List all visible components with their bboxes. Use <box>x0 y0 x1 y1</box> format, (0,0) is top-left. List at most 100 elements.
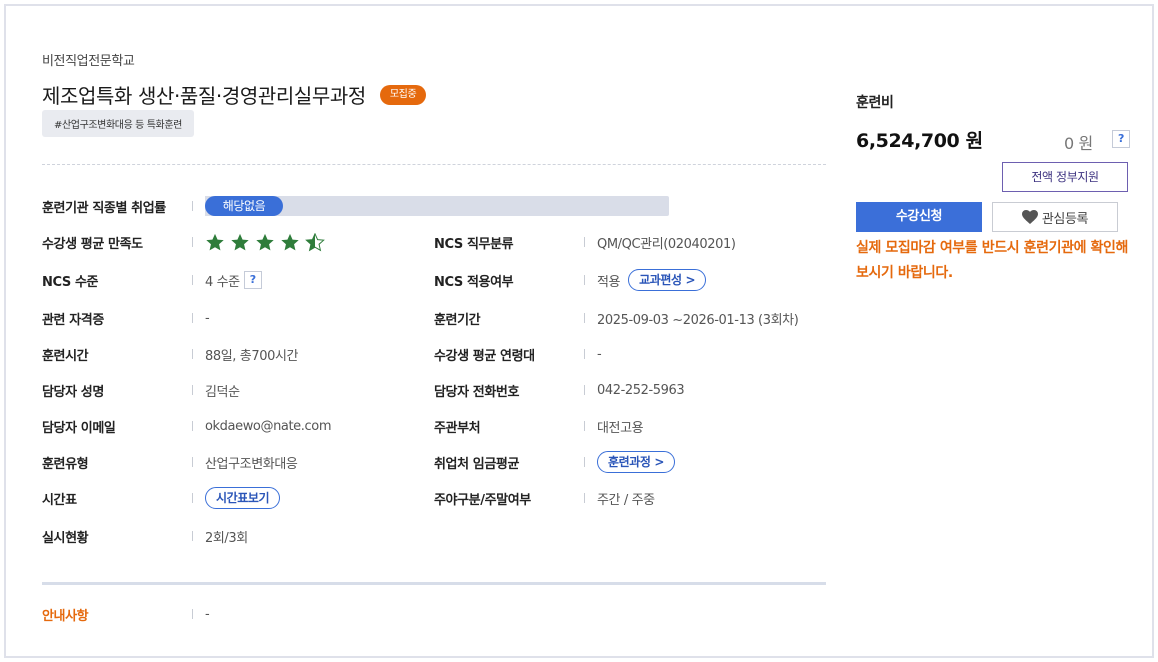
hours-label: 훈련시간 <box>42 348 89 364</box>
wage-row: 취업처 임금평균 훈련과정 > <box>434 450 675 474</box>
separator <box>584 275 585 285</box>
dept-row: 주관부처 대전고용 <box>434 414 644 438</box>
schedule-row: 시간표 시간표보기 <box>42 486 281 510</box>
satisfaction-label: 수강생 평균 만족도 <box>42 236 143 252</box>
satisfaction-stars <box>205 232 325 252</box>
type-value: 산업구조변화대응 <box>205 456 298 472</box>
employment-rate-row: 훈련기관 직종별 취업률 해당없음 <box>42 194 669 218</box>
cert-value: - <box>205 310 210 326</box>
daynight-label: 주야구분/주말여부 <box>434 492 531 508</box>
separator <box>192 531 193 541</box>
manager-row: 담당자 성명 김덕순 <box>42 378 240 402</box>
type-row: 훈련유형 산업구조변화대응 <box>42 450 298 474</box>
separator <box>584 313 585 323</box>
separator <box>192 609 193 619</box>
notice-row: 안내사항 - <box>42 602 210 626</box>
period-label: 훈련기간 <box>434 312 481 328</box>
ncs-apply-value: 적용 교과편성 > <box>597 269 707 291</box>
age-row: 수강생 평균 연령대 - <box>434 342 602 366</box>
self-pay-value: 0 원 <box>1064 134 1093 153</box>
dept-value: 대전고용 <box>597 420 644 436</box>
help-icon[interactable]: ? <box>243 271 262 289</box>
schedule-label: 시간표 <box>42 492 77 508</box>
separator <box>584 349 585 359</box>
title-row: 제조업특화 생산·품질·경영관리실무과정 모집중 <box>42 80 427 109</box>
employment-rate-value: 해당없음 <box>205 196 283 216</box>
status-badge: 모집중 <box>379 84 427 105</box>
ncs-category-label: NCS 직무분류 <box>434 236 514 252</box>
ncs-category-value: QM/QC관리(02040201) <box>597 236 736 252</box>
star-full-icon <box>281 233 299 250</box>
ncs-apply-text: 적용 <box>597 274 621 290</box>
progress-row: 실시현황 2회/3회 <box>42 524 248 548</box>
divider <box>42 582 826 585</box>
training-course-button[interactable]: 훈련과정 > <box>597 451 675 473</box>
course-tag: #산업구조변화대응 등 특화훈련 <box>42 110 194 137</box>
manager-label: 담당자 성명 <box>42 384 104 400</box>
apply-button[interactable]: 수강신청 <box>856 202 982 232</box>
employment-rate-label: 훈련기관 직종별 취업률 <box>42 200 166 216</box>
ncs-apply-row: NCS 적용여부 적용 교과편성 > <box>434 268 707 292</box>
course-title: 제조업특화 생산·품질·경영관리실무과정 <box>42 84 366 108</box>
ncs-level-label: NCS 수준 <box>42 274 99 290</box>
ncs-category-row: NCS 직무분류 QM/QC관리(02040201) <box>434 230 736 254</box>
separator <box>192 457 193 467</box>
favorite-button[interactable]: 관심등록 <box>992 202 1118 232</box>
heart-icon <box>1021 210 1038 224</box>
manager-value: 김덕순 <box>205 384 240 400</box>
satisfaction-row: 수강생 평균 만족도 <box>42 230 325 254</box>
email-label: 담당자 이메일 <box>42 420 116 436</box>
ncs-level-text: 4 수준 <box>205 274 240 290</box>
divider <box>42 164 826 165</box>
cert-label: 관련 자격증 <box>42 312 104 328</box>
favorite-label: 관심등록 <box>1041 211 1089 227</box>
separator <box>584 385 585 395</box>
daynight-value: 주간 / 주중 <box>597 492 655 508</box>
phone-row: 담당자 전화번호 042-252-5963 <box>434 378 685 402</box>
fee-label: 훈련비 <box>856 95 894 111</box>
progress-label: 실시현황 <box>42 530 89 546</box>
separator <box>192 201 193 211</box>
school-name[interactable]: 비전직업전문학교 <box>42 50 135 69</box>
separator <box>192 385 193 395</box>
curriculum-button[interactable]: 교과편성 > <box>628 269 707 291</box>
cert-row: 관련 자격증 - <box>42 306 210 330</box>
notice-value: - <box>205 606 210 622</box>
star-full-icon <box>206 233 224 250</box>
star-full-icon <box>256 233 274 250</box>
separator <box>584 493 585 503</box>
separator <box>192 313 193 323</box>
separator <box>192 275 193 285</box>
fee-value: 6,524,700 원 <box>856 130 983 152</box>
notice-label: 안내사항 <box>42 608 89 624</box>
course-detail-panel: 비전직업전문학교 제조업특화 생산·품질·경영관리실무과정 모집중 #산업구조변… <box>4 4 1154 658</box>
email-value: okdaewo@nate.com <box>205 418 332 434</box>
separator <box>192 493 193 503</box>
separator <box>192 237 193 247</box>
gov-support-badge: 전액 정부지원 <box>1002 162 1128 192</box>
star-half-icon <box>305 232 325 251</box>
ncs-apply-label: NCS 적용여부 <box>434 274 514 290</box>
email-row: 담당자 이메일 okdaewo@nate.com <box>42 414 331 438</box>
dept-label: 주관부처 <box>434 420 481 436</box>
ncs-level-row: NCS 수준 4 수준 ? <box>42 268 262 292</box>
hours-row: 훈련시간 88일, 총700시간 <box>42 342 298 366</box>
period-row: 훈련기간 2025-09-03 ~2026-01-13 (3회차) <box>434 306 799 330</box>
separator <box>584 421 585 431</box>
separator <box>192 349 193 359</box>
schedule-button[interactable]: 시간표보기 <box>205 487 281 509</box>
period-value: 2025-09-03 ~2026-01-13 (3회차) <box>597 312 799 328</box>
progress-value: 2회/3회 <box>205 530 248 546</box>
separator <box>584 237 585 247</box>
employment-rate-bar: 해당없음 <box>205 196 669 216</box>
phone-value: 042-252-5963 <box>597 382 685 398</box>
wage-label: 취업처 임금평균 <box>434 456 520 472</box>
recruit-warning: 실제 모집마감 여부를 반드시 훈련기관에 확인해보시기 바랍니다. <box>856 240 1128 281</box>
age-value: - <box>597 346 602 362</box>
ncs-level-value: 4 수준 ? <box>205 271 262 290</box>
age-label: 수강생 평균 연령대 <box>434 348 535 364</box>
help-icon[interactable]: ? <box>1112 130 1130 148</box>
separator <box>584 457 585 467</box>
hours-value: 88일, 총700시간 <box>205 348 299 364</box>
phone-label: 담당자 전화번호 <box>434 384 520 400</box>
